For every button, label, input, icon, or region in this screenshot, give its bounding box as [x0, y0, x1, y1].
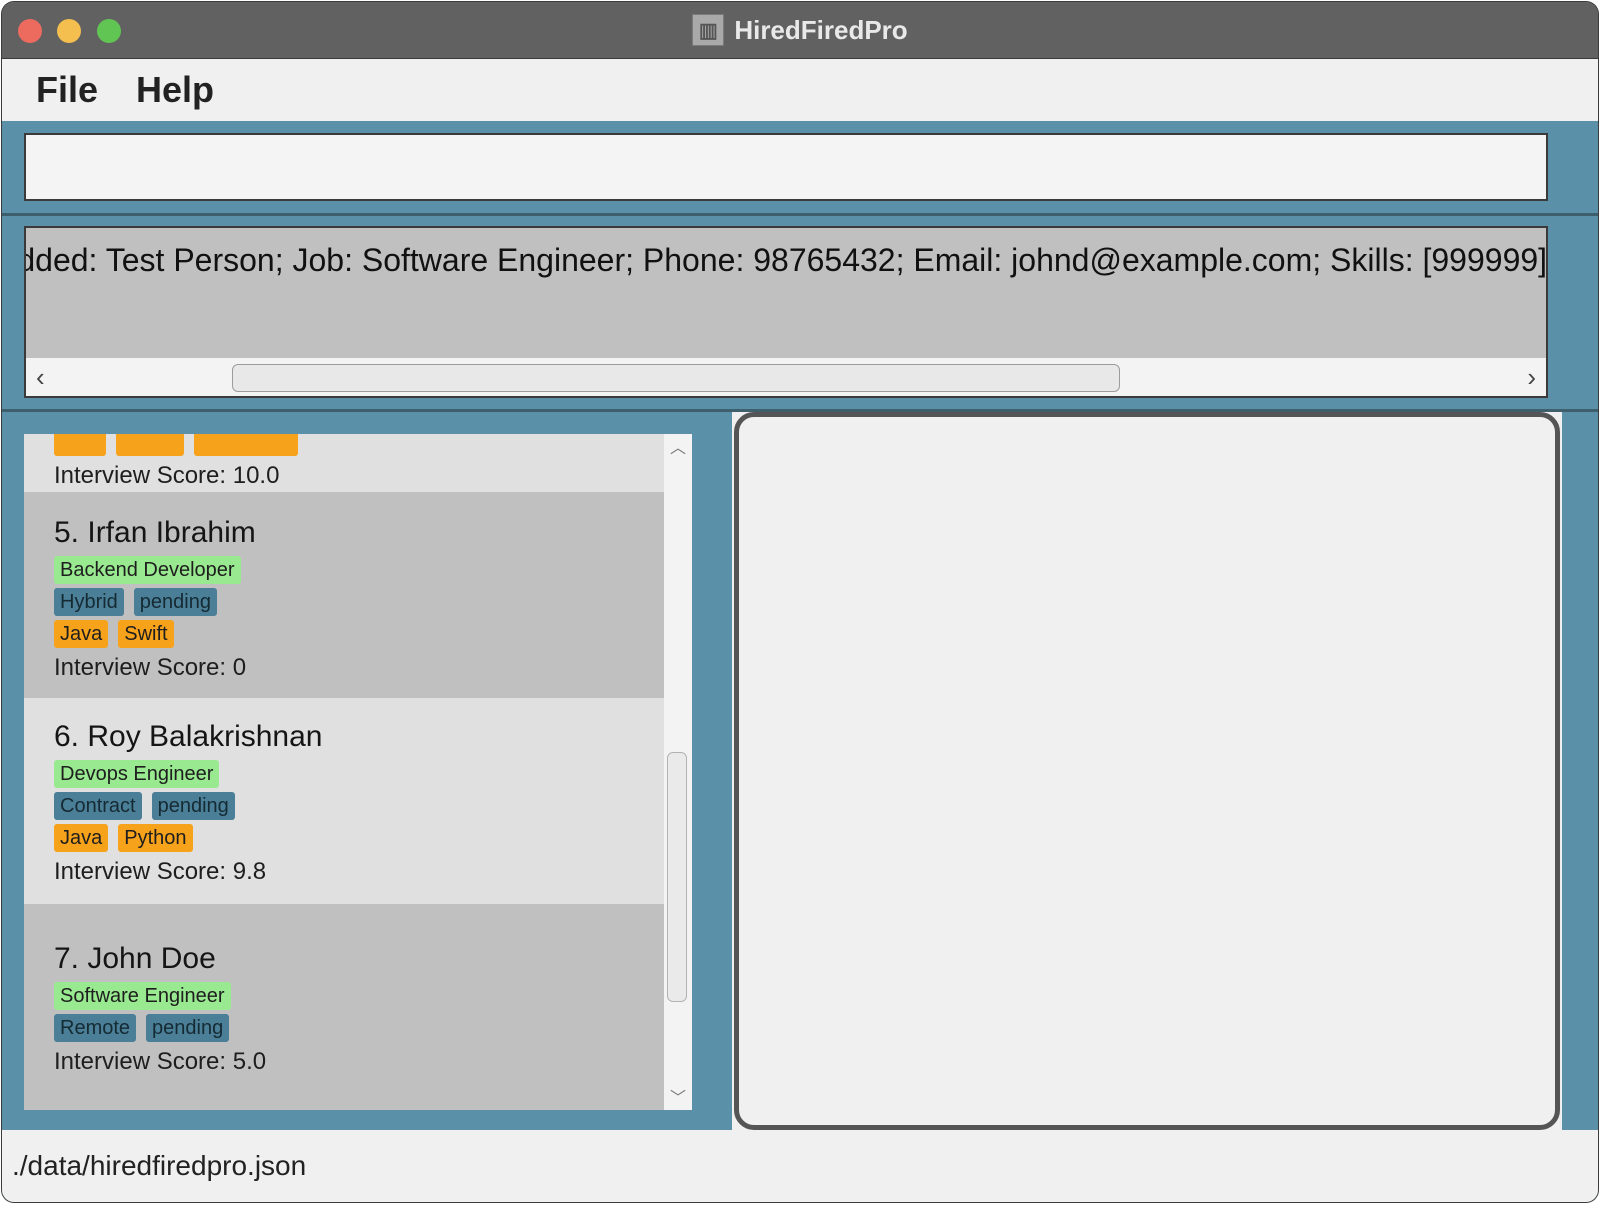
status-tag: pending — [151, 792, 235, 820]
command-area — [2, 121, 1598, 216]
result-area: Added: Test Person; Job: Software Engine… — [2, 216, 1598, 412]
title-bar[interactable]: ▥ HiredFiredPro — [2, 2, 1598, 59]
skill-tags: Java Swift — [54, 620, 664, 648]
command-input[interactable] — [24, 133, 1548, 201]
interview-score: Interview Score: 9.8 — [54, 858, 267, 885]
minimize-window-button[interactable] — [57, 19, 81, 43]
job-tag: Software Engineer — [54, 982, 231, 1010]
save-location: ./data/hiredfiredpro.json — [12, 1150, 307, 1181]
result-display: Added: Test Person; Job: Software Engine… — [24, 226, 1548, 398]
horizontal-scrollbar[interactable]: ‹ › — [26, 358, 1546, 396]
app-icon: ▥ — [692, 14, 725, 46]
skill-tag — [116, 434, 184, 456]
mode-tags: Hybrid pending — [54, 588, 664, 616]
close-window-button[interactable] — [18, 19, 42, 43]
status-tag: pending — [133, 588, 217, 616]
job-tags: Backend Developer — [54, 556, 664, 584]
mode-tag: Remote — [54, 1014, 137, 1042]
job-tag: Backend Developer — [54, 556, 241, 584]
result-text: Added: Test Person; Job: Software Engine… — [24, 242, 1548, 278]
job-tag: Devops Engineer — [54, 760, 220, 788]
mode-tags: Remote pending — [54, 1014, 664, 1042]
list-item[interactable]: 5. Irfan Ibrahim Backend Developer Hybri… — [24, 492, 664, 698]
mode-tag: Hybrid — [54, 588, 124, 616]
app-window: ▥ HiredFiredPro File Help Added: Test Pe… — [2, 2, 1598, 1202]
vertical-scroll-thumb[interactable] — [667, 752, 687, 1002]
skill-tag: Java — [54, 620, 109, 648]
skill-tags: Java Python — [54, 824, 664, 852]
maximize-window-button[interactable] — [97, 19, 121, 43]
menu-bar: File Help — [2, 59, 1598, 121]
job-tags: Devops Engineer — [54, 760, 664, 788]
vertical-scrollbar[interactable]: ︿ ﹀ — [664, 434, 692, 1110]
scroll-down-icon[interactable]: ﹀ — [670, 1084, 686, 1108]
horizontal-scroll-thumb[interactable] — [232, 364, 1120, 392]
detail-frame — [734, 412, 1560, 1130]
interview-score: Interview Score: 5.0 — [54, 1048, 267, 1075]
scroll-left-icon[interactable]: ‹ — [36, 362, 45, 393]
skill-tag — [194, 434, 298, 456]
interview-score: Interview Score: 0 — [54, 654, 247, 681]
menu-help[interactable]: Help — [136, 69, 214, 111]
mode-tag: Contract — [54, 792, 142, 820]
list-item[interactable]: Interview Score: 10.0 — [24, 434, 664, 492]
candidate-list[interactable]: Interview Score: 10.0 5. Irfan Ibrahim B… — [24, 434, 692, 1110]
scroll-up-icon[interactable]: ︿ — [670, 434, 686, 458]
interview-score: Interview Score: 10.0 — [54, 462, 280, 489]
mode-tags: Contract pending — [54, 792, 664, 820]
list-item[interactable]: 6. Roy Balakrishnan Devops Engineer Cont… — [24, 698, 664, 904]
skill-tag: Python — [118, 824, 193, 852]
status-tag: pending — [146, 1014, 230, 1042]
skill-tag: Swift — [118, 620, 174, 648]
skill-tag: Java — [54, 824, 109, 852]
list-item[interactable]: 7. John Doe Software Engineer Remote pen… — [24, 904, 664, 1110]
candidate-name: 5. Irfan Ibrahim — [54, 516, 256, 549]
menu-file[interactable]: File — [36, 69, 98, 111]
detail-panel — [732, 412, 1562, 1130]
status-bar: ./data/hiredfiredpro.json — [2, 1130, 1598, 1202]
candidate-name: 6. Roy Balakrishnan — [54, 720, 323, 753]
skill-tag — [54, 434, 106, 456]
window-title: HiredFiredPro — [734, 14, 908, 45]
job-tags: Software Engineer — [54, 982, 664, 1010]
skill-tags — [54, 434, 664, 456]
candidate-name: 7. John Doe — [54, 942, 216, 975]
scroll-right-icon[interactable]: › — [1527, 362, 1536, 393]
